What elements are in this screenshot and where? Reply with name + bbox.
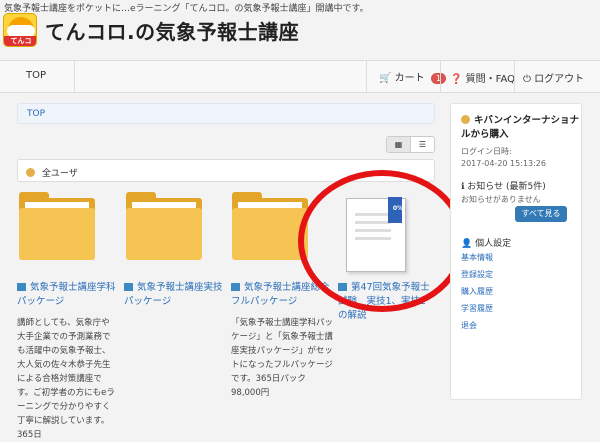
scope-label: 全ユーザ [41, 169, 78, 179]
nav-logout-link[interactable]: ⏻ ログアウト [523, 70, 584, 85]
course-icon [231, 283, 240, 291]
document-icon[interactable]: 0% [346, 197, 406, 272]
notice-empty-text: お知らせがありません [461, 195, 541, 204]
settings-link-purchase-history[interactable]: 購入履歴 [461, 286, 493, 297]
top-navbar: TOP 🛒 カート 1 ❓ 質問・FAQ ⏻ ログアウト [0, 60, 600, 93]
folder-icon[interactable] [126, 192, 202, 262]
user-icon [461, 115, 470, 124]
logo-icon[interactable]: てんコロ。 [3, 13, 37, 47]
course-description: 講師としても、気象庁や大手企業での予測業務でも活躍中の気象予報士、大人気の佐々木… [17, 318, 115, 440]
course-description: 「気象予報士講座学科パッケージ」と「気象予報士講座実技パッケージ」がセットになっ… [231, 318, 334, 398]
settings-link-learning-history[interactable]: 学習履歴 [461, 303, 493, 314]
user-scope-box: 全ユーザ [17, 159, 435, 182]
sidebar-panel: キバンインターナショナルから購入 ログイン日時: 2017-04-20 15:1… [450, 103, 582, 400]
cart-icon: 🛒 [379, 73, 392, 84]
person-icon: 👤 [461, 239, 473, 249]
course-title-link[interactable]: 気象予報士講座総合フルパッケージ [231, 281, 331, 309]
settings-link-withdraw[interactable]: 退会 [461, 320, 477, 331]
settings-link-registration[interactable]: 登録設定 [461, 269, 493, 280]
course-title-link[interactable]: 気象予報士講座実技パッケージ [124, 281, 224, 309]
power-icon: ⏻ [523, 74, 531, 85]
site-title[interactable]: てんコロ.の気象予報士講座 [45, 16, 299, 45]
progress-percent: 0% [392, 205, 403, 212]
view-all-button[interactable]: すべて見る [515, 206, 567, 222]
logout-label: ログアウト [534, 74, 585, 85]
cart-count-badge: 1 [430, 73, 446, 84]
view-toggle: ▦ ☰ [386, 136, 435, 153]
course-icon [17, 283, 26, 291]
info-icon: ℹ [461, 182, 465, 192]
folder-icon[interactable] [232, 192, 308, 262]
login-time: 2017-04-20 15:13:26 [461, 159, 546, 168]
list-view-button[interactable]: ☰ [411, 137, 434, 152]
sidebar-user-name: キバンインターナショナルから購入 [461, 115, 579, 140]
folder-icon[interactable] [19, 192, 95, 262]
cart-label: カート [394, 73, 425, 84]
logo-tag: てんコロ。 [4, 36, 36, 46]
course-title-link[interactable]: 第47回気象予報士試験 実技1、実技2 の解説 [338, 281, 438, 323]
breadcrumb-top[interactable]: TOP [27, 109, 45, 119]
settings-heading: 👤 個人設定 [461, 239, 512, 249]
login-label: ログイン日時: [461, 147, 512, 156]
settings-link-basic-info[interactable]: 基本情報 [461, 252, 493, 263]
nav-cart-link[interactable]: 🛒 カート 1 [379, 69, 446, 84]
faq-label: 質問・FAQ [465, 74, 516, 85]
nav-faq-link[interactable]: ❓ 質問・FAQ [450, 70, 515, 85]
site-tagline: 気象予報士講座をポケットに…eラーニング「てんコロ。の気象予報士講座」開講中です… [4, 4, 369, 14]
course-icon [338, 283, 347, 291]
nav-top-link[interactable]: TOP [26, 70, 46, 81]
grid-view-button[interactable]: ▦ [387, 137, 411, 152]
breadcrumb: TOP [17, 103, 435, 124]
course-icon [124, 283, 133, 291]
question-icon: ❓ [450, 74, 463, 85]
user-group-icon [26, 168, 35, 177]
notice-heading: ℹ お知らせ (最新5件) [461, 182, 546, 192]
course-title-link[interactable]: 気象予報士講座学科パッケージ [17, 281, 117, 309]
